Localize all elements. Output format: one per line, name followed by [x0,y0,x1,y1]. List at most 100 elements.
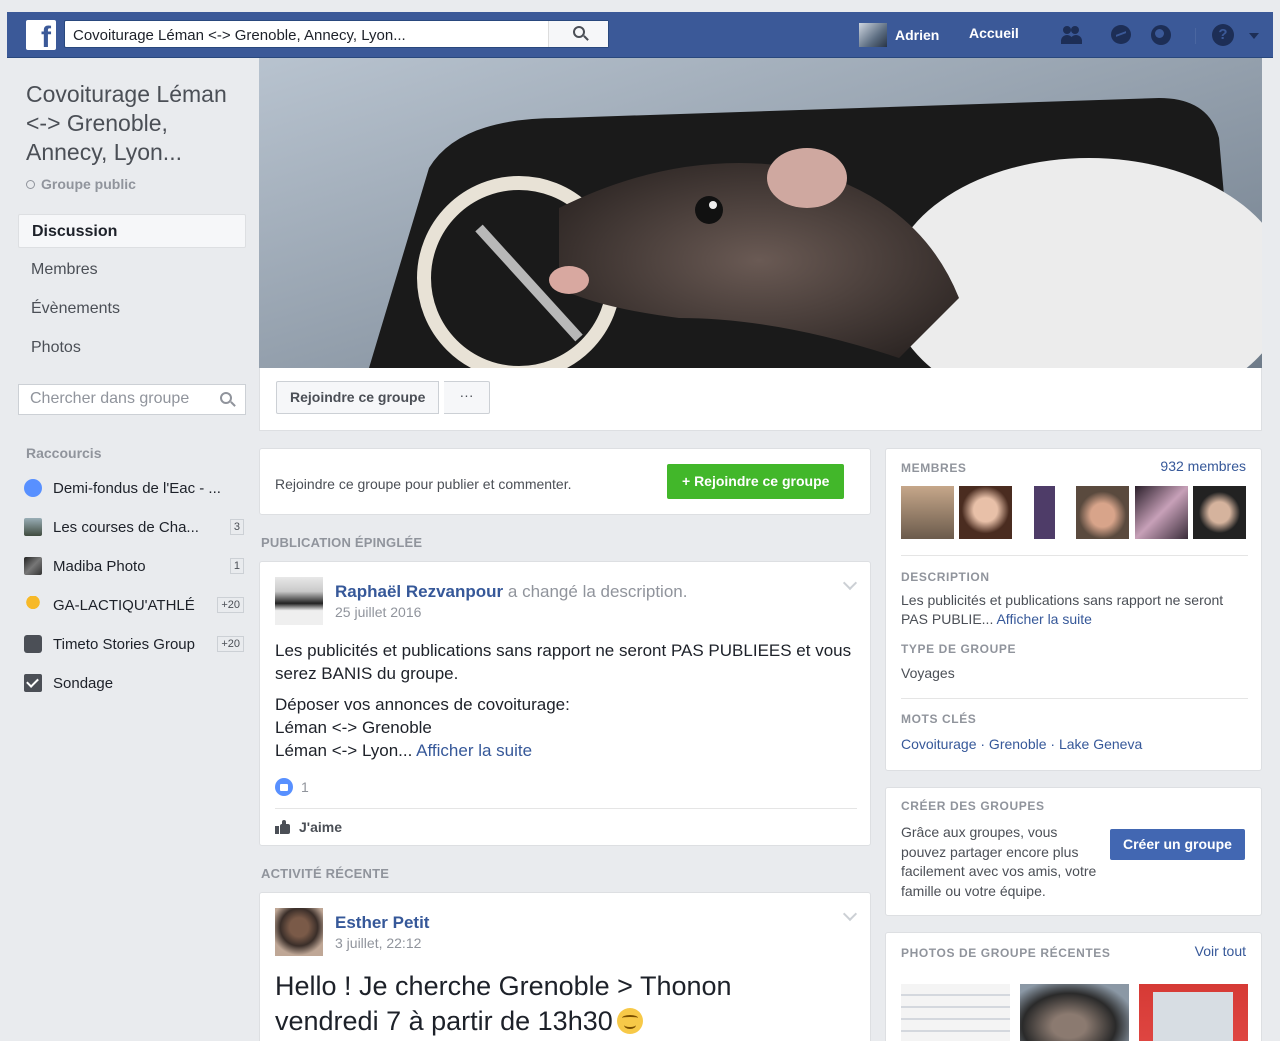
recent-post: Esther Petit 3 juillet, 22:12 Hello ! Je… [259,892,871,1041]
photo-thumbnail[interactable] [901,984,1010,1041]
description-heading: DESCRIPTION [901,570,990,584]
photo-thumbnail[interactable] [1139,984,1248,1041]
sidebar-item-discussion[interactable]: Discussion [18,214,246,248]
top-search-input[interactable] [73,25,543,45]
shortcut-item[interactable]: GA-LACTIQU'ATHLÉ +20 [24,593,244,617]
group-search-box [18,384,246,415]
left-sidebar: Covoiturage Léman <-> Grenoble, Annecy, … [7,58,252,1041]
top-bar: f Adrien Accueil ? [7,12,1273,58]
home-link[interactable]: Accueil [969,25,1019,41]
count-badge: +20 [217,636,244,652]
search-icon[interactable] [220,392,232,404]
post-action-text: a changé la description. [507,582,688,601]
camera-icon [24,635,42,653]
chevron-down-icon[interactable] [842,575,858,591]
post-line: Hello ! Je cherche Grenoble > Thonon [275,971,732,1001]
member-avatar[interactable] [1076,486,1129,539]
shortcut-item[interactable]: Timeto Stories Group +20 [24,632,244,656]
member-avatar[interactable] [959,486,1012,539]
group-thumbnail-icon [24,557,42,575]
member-avatar[interactable] [1193,486,1246,539]
post-text: Hello ! Je cherche Grenoble > Thonon ven… [275,969,865,1039]
post-text: Les publicités et publications sans rapp… [275,641,852,683]
cover-photo[interactable] [259,58,1262,368]
reaction-count[interactable]: 1 [275,778,309,796]
create-group-button[interactable]: Créer un groupe [1110,829,1245,860]
group-privacy: Groupe public [26,176,136,192]
post-timestamp[interactable]: 25 juillet 2016 [335,604,421,620]
member-avatar[interactable] [1018,486,1071,539]
trophy-icon [24,596,42,614]
shortcut-item[interactable]: Sondage [24,671,244,695]
group-search-input[interactable] [30,390,210,408]
divider [275,808,857,809]
see-more-link[interactable]: Afficher la suite [996,611,1091,627]
friends-icon[interactable] [1060,24,1082,46]
create-groups-heading: CRÉER DES GROUPES [901,799,1045,813]
create-groups-text: Grâce aux groupes, vous pouvez partager … [901,824,1097,899]
like-button[interactable]: J'aime [275,819,342,835]
cover-actions-bar: Rejoindre ce groupe ··· [259,368,1262,431]
group-thumbnail-icon [24,518,42,536]
post-line: Léman <-> Grenoble [275,718,432,737]
sidebar-item-members[interactable]: Membres [18,253,246,287]
sidebar-item-photos[interactable]: Photos [18,331,246,365]
sidebar-item-events[interactable]: Évènements [18,292,246,326]
tags-links[interactable]: Covoiturage · Grenoble · Lake Geneva [901,736,1142,752]
post-line-text: vendredi 7 à partir de 13h30 [275,1006,613,1036]
tags-heading: MOTS CLÉS [901,712,977,726]
recent-photos-heading: PHOTOS DE GROUPE RÉCENTES [901,946,1111,960]
post-author-link[interactable]: Raphaël Rezvanpour [335,582,503,601]
shortcuts-heading: Raccourcis [26,445,102,461]
divider [901,698,1248,699]
post-text-2: Déposer vos annonces de covoiturage: Lém… [275,693,860,762]
avatar[interactable] [275,577,323,625]
more-options-button[interactable]: ··· [444,381,490,414]
create-groups-card: CRÉER DES GROUPES Grâce aux groupes, vou… [885,787,1262,916]
group-title[interactable]: Covoiturage Léman <-> Grenoble, Annecy, … [26,80,251,167]
see-all-link[interactable]: Voir tout [1195,943,1246,959]
cover-image [259,58,1262,368]
post-line-last: Léman <-> Lyon... Afficher la suite [275,739,860,762]
messages-icon[interactable] [1110,24,1132,46]
like-reaction-icon [275,778,293,796]
photo-thumbnail[interactable] [1020,984,1129,1041]
checkbox-icon [24,674,42,692]
recent-activity-heading: ACTIVITÉ RÉCENTE [261,866,390,881]
chevron-down-icon[interactable] [842,906,858,922]
shortcut-label: GA-LACTIQU'ATHLÉ [53,596,195,614]
shortcut-label: Demi-fondus de l'Eac - ... [53,479,221,497]
count-badge: +20 [217,597,244,613]
user-profile-link[interactable]: Adrien [859,21,939,49]
group-icon [24,479,42,497]
post-line: Déposer vos annonces de covoiturage: [275,695,570,714]
avatar[interactable] [275,908,323,956]
help-icon[interactable]: ? [1212,24,1234,46]
join-group-button[interactable]: Rejoindre ce groupe [276,381,440,414]
avatar [859,23,887,47]
shortcut-item[interactable]: Demi-fondus de l'Eac - ... [24,476,244,500]
count-badge: 1 [229,558,244,574]
member-thumbnails [901,486,1249,539]
member-avatar[interactable] [1135,486,1188,539]
members-count-link[interactable]: 932 membres [1160,458,1246,474]
post-timestamp[interactable]: 3 juillet, 22:12 [335,935,421,951]
thumbs-up-icon [275,819,291,834]
shortcut-label: Sondage [53,674,114,692]
join-card: Rejoindre ce groupe pour publier et comm… [259,448,871,515]
shortcut-item[interactable]: Madiba Photo 1 [24,554,244,578]
member-avatar[interactable] [901,486,954,539]
post-author-link[interactable]: Esther Petit [335,913,429,933]
like-label: J'aime [299,819,343,835]
top-search-button[interactable] [548,21,608,47]
notifications-globe-icon[interactable] [1150,24,1172,46]
join-group-button-primary[interactable]: + Rejoindre ce groupe [667,464,845,499]
chevron-down-icon[interactable] [1249,33,1259,39]
facebook-logo-icon[interactable]: f [26,20,56,53]
divider [901,555,1248,556]
shortcut-item[interactable]: Les courses de Cha... 3 [24,515,244,539]
members-heading: MEMBRES [901,461,967,475]
privacy-label: Groupe public [41,176,136,192]
see-more-link[interactable]: Afficher la suite [416,741,532,760]
search-icon [573,26,585,38]
